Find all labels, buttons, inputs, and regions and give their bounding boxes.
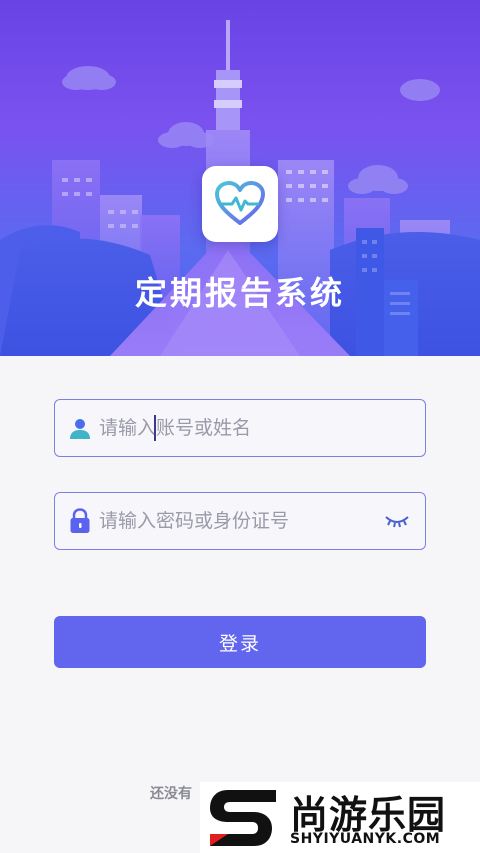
account-input[interactable]	[93, 400, 425, 456]
heart-pulse-icon	[215, 181, 265, 225]
register-link[interactable]: 还没有	[150, 783, 192, 803]
account-field[interactable]	[54, 399, 426, 457]
text-cursor	[154, 415, 156, 441]
login-button[interactable]: 登录	[54, 616, 426, 668]
lock-icon	[67, 508, 93, 534]
watermark-brand-en: SHYIYUANYK.COM	[290, 831, 441, 847]
eye-closed-icon[interactable]	[383, 511, 411, 531]
app-logo	[202, 166, 278, 242]
watermark: 尚游乐园 SHYIYUANYK.COM	[200, 782, 480, 853]
app-title: 定期报告系统	[134, 274, 345, 312]
password-field[interactable]	[54, 492, 426, 550]
password-input[interactable]	[93, 493, 383, 549]
user-icon	[67, 415, 93, 441]
login-screen: 定期报告系统 请输入账号或姓名 登录 还没有 尚游乐园 SHYIYUANYK.C…	[0, 0, 480, 853]
hero-banner: 定期报告系统	[0, 0, 480, 356]
watermark-logo-icon	[210, 790, 276, 846]
